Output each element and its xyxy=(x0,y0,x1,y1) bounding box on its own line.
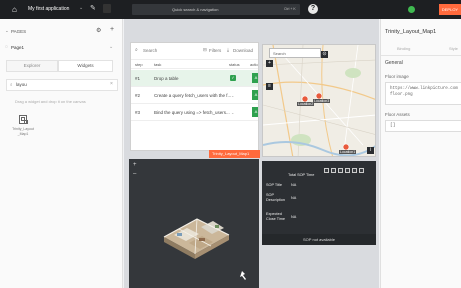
table-header xyxy=(131,59,258,69)
table-cell-task: Drop a table xyxy=(154,76,179,81)
expected-close-time-value: NA xyxy=(291,215,297,219)
total-sop-time-label: Total SOP Time xyxy=(288,173,315,177)
map-marker-label[interactable]: Location3 xyxy=(313,99,331,103)
zoom-in-button[interactable]: + xyxy=(266,60,273,67)
tab-explorer[interactable]: Explorer xyxy=(6,60,58,72)
floor-image-label: Floor image xyxy=(385,74,409,79)
widget-search-value[interactable]: layou xyxy=(16,82,27,87)
table-search-input[interactable]: Search xyxy=(143,48,157,53)
sop-description-label: SOP Description xyxy=(266,193,285,202)
sop-footer: SOP not available xyxy=(262,234,376,245)
status-avatar[interactable] xyxy=(408,6,415,13)
time-digit-box xyxy=(352,168,357,173)
time-digit-box xyxy=(331,168,336,173)
deploy-button[interactable]: DEPLOY xyxy=(439,4,461,15)
help-icon[interactable]: ? xyxy=(308,4,318,14)
action-button[interactable]: A xyxy=(252,90,258,100)
page-icon: ◌ xyxy=(5,44,8,50)
map-widget[interactable]: Search + ≡ ⊙ i Location2 Location3 Locat… xyxy=(262,44,376,157)
chevron-down-icon[interactable]: ⌄ xyxy=(231,93,234,98)
column-header[interactable]: step xyxy=(135,62,143,67)
widget-name-tag[interactable]: Trinity_Layout_Map1 xyxy=(209,150,260,158)
chevron-down-icon[interactable]: ⌄ xyxy=(231,110,234,115)
chevron-down-icon[interactable]: ⌄ xyxy=(109,44,113,50)
app-name[interactable]: My first application xyxy=(28,6,69,12)
divider xyxy=(381,55,461,56)
search-shortcut: Ctrl + K xyxy=(284,7,296,11)
table-row[interactable] xyxy=(131,70,258,87)
floor-image-input[interactable]: https://www.linkpicture.com floor.png xyxy=(385,82,461,105)
table-cell-step: #2 xyxy=(135,93,141,98)
chevron-down-icon[interactable]: ⌄ xyxy=(79,5,83,11)
floor-plan-image[interactable] xyxy=(129,159,259,288)
map-marker-label[interactable]: Location1 xyxy=(339,150,357,154)
quick-search-text: Quick search & navigation xyxy=(172,7,219,12)
tab-widgets[interactable]: Widgets xyxy=(58,60,113,72)
tab-style[interactable]: Style xyxy=(449,46,458,51)
status-checkbox[interactable]: ✓ xyxy=(230,75,236,81)
action-button[interactable]: A xyxy=(252,107,258,117)
map-marker-label[interactable]: Location2 xyxy=(297,102,315,106)
action-button[interactable]: A xyxy=(252,73,258,83)
floor-layout-widget[interactable]: + – xyxy=(129,159,259,288)
filter-icon[interactable]: ⊟ xyxy=(203,47,207,53)
floor-assets-label: Floor Assets xyxy=(385,112,410,117)
search-icon: ⌕ xyxy=(10,82,13,87)
column-header[interactable]: task xyxy=(154,62,161,67)
search-icon: ⌕ xyxy=(135,47,138,53)
close-icon[interactable]: × xyxy=(110,81,113,87)
layers-icon[interactable]: ≡ xyxy=(266,83,273,90)
sop-title-value: NA xyxy=(291,183,297,187)
download-button[interactable]: Download xyxy=(233,48,253,53)
pencil-icon[interactable]: ✎ xyxy=(90,4,96,12)
sop-description-value: NA xyxy=(291,196,297,200)
app-logo-icon[interactable]: ⌂ xyxy=(12,5,21,14)
sop-title-label: SOP Title xyxy=(266,183,282,187)
page-name[interactable]: Page1 xyxy=(11,45,24,50)
time-digit-box xyxy=(338,168,343,173)
tab-binding[interactable]: Binding xyxy=(397,46,410,51)
column-header[interactable]: status xyxy=(229,62,240,67)
section-title-general: General xyxy=(385,60,403,66)
filters-button[interactable]: Filters xyxy=(209,48,221,53)
table-cell-task: Bind the query using => fetch_users... xyxy=(154,110,230,115)
table-cell-task: Create a query fetch_users with the f... xyxy=(154,93,232,98)
time-digit-box xyxy=(324,168,329,173)
add-page-button[interactable]: + xyxy=(110,26,114,33)
table-cell-step: #3 xyxy=(135,110,141,115)
expected-close-time-label: Expected Close Time xyxy=(266,212,285,221)
top-bar: ⌂ My first application ⌄ ✎ Quick search … xyxy=(0,0,461,19)
table-widget[interactable]: ⌕ Search ⊟ Filters ⤓ Download step task … xyxy=(130,42,259,151)
pages-title: PAGES xyxy=(11,29,27,34)
time-digit-box xyxy=(345,168,350,173)
chevron-down-icon[interactable]: ⌄ xyxy=(5,28,9,34)
widget-title[interactable]: Trinity_Layout_Map1 xyxy=(385,29,436,35)
app-settings-button[interactable] xyxy=(103,4,111,13)
gear-icon[interactable]: ⚙ xyxy=(96,27,101,34)
info-icon[interactable]: i xyxy=(367,147,374,154)
download-icon[interactable]: ⤓ xyxy=(227,47,229,52)
drag-hint: Drag a widget and drop it on the canvas xyxy=(15,99,86,104)
left-panel: ⌄ PAGES ⚙ + ◌ Page1 ⌄ Explorer Widgets ⌕… xyxy=(0,19,123,288)
sop-time-boxes xyxy=(324,168,378,175)
map-search-input[interactable]: Search xyxy=(269,48,321,58)
sop-details-widget: Total SOP Time SOP Title NA SOP Descript… xyxy=(262,161,376,245)
table-cell-step: #1 xyxy=(135,76,141,81)
floor-assets-input[interactable]: [] xyxy=(385,120,461,132)
widget-layout-icon xyxy=(19,115,28,124)
time-digit-box xyxy=(359,168,364,173)
column-header[interactable]: action xyxy=(250,62,258,67)
map-pin-icon[interactable]: ⊙ xyxy=(321,51,328,58)
property-pane: Trinity_Layout_Map1 Binding Style Genera… xyxy=(380,19,461,288)
widget-card-label: Trinity_Layout _Map1 xyxy=(12,127,34,136)
